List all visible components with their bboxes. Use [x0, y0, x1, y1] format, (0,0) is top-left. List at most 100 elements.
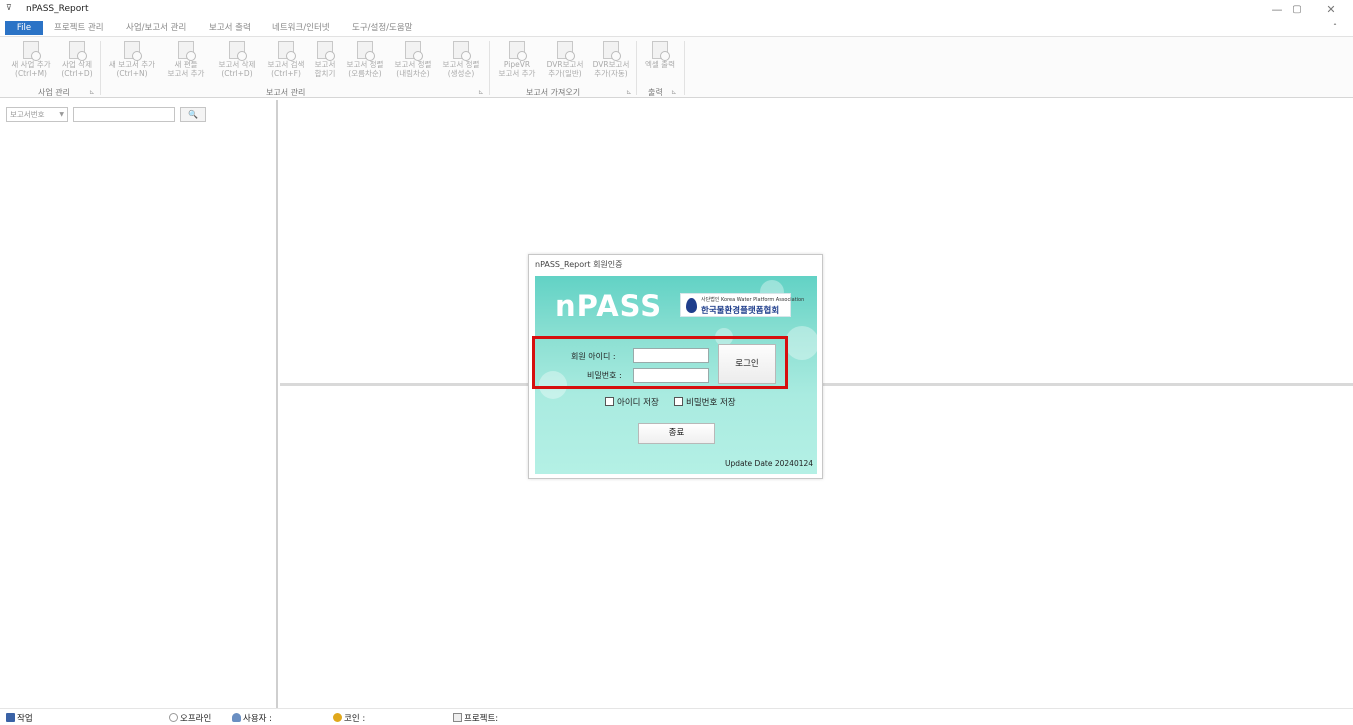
quick-access-icon[interactable]: ⊽ — [6, 3, 12, 12]
association-name: 한국물환경플랫폼협회 — [701, 306, 780, 316]
status-project: 프로젝트: — [453, 712, 498, 724]
save-id-label: 아이디 저장 — [617, 398, 659, 408]
close-window-button[interactable]: ✕ — [1316, 2, 1346, 18]
search-document-icon — [278, 41, 296, 61]
water-drop-icon — [686, 298, 697, 313]
save-password-checkbox[interactable]: 비밀번호 저장 — [674, 396, 736, 408]
project-icon — [453, 713, 462, 722]
status-work: 작업 — [6, 712, 33, 724]
document-icon — [229, 41, 247, 61]
delete-business-button[interactable]: 사업 삭제 (Ctrl+D) — [58, 41, 96, 86]
group-launcher-icon[interactable]: ⊾ — [89, 88, 95, 96]
group-output-label: 출력 — [648, 88, 663, 97]
search-input[interactable] — [73, 107, 175, 122]
status-coin-label: 코인 : — [344, 714, 366, 724]
status-bar: 작업 오프라인 사용자 : 코인 : 프로젝트: — [0, 708, 1353, 725]
group-report-label: 보고서 관리 — [266, 88, 306, 97]
tab-file[interactable]: File — [5, 21, 43, 35]
save-id-checkbox[interactable]: 아이디 저장 — [605, 396, 659, 408]
dvr-report-auto-button[interactable]: DVR보고서 추가(자동) — [588, 41, 634, 86]
group-divider — [100, 41, 101, 95]
sort-descending-button[interactable]: 보고서 정렬 (내림차순) — [389, 41, 437, 86]
group-launcher-icon[interactable]: ⊾ — [626, 88, 632, 96]
dvr-report-general-button[interactable]: DVR보고서 추가(일반) — [542, 41, 588, 86]
status-user-label: 사용자 : — [243, 714, 273, 724]
association-logo: 사단법인 Korea Water Platform Association 한국… — [680, 293, 804, 317]
checkbox-box[interactable] — [674, 397, 683, 406]
highlight-box — [532, 336, 788, 389]
combo-value: 보고서번호 — [10, 110, 45, 119]
group-launcher-icon[interactable]: ⊾ — [478, 88, 484, 96]
status-offline-label: 오프라인 — [180, 714, 212, 724]
logo-text: nPASS — [555, 289, 663, 323]
pipevr-report-button[interactable]: PipeVR 보고서 추가 — [493, 41, 541, 86]
tab-business-report[interactable]: 사업/보고서 관리 — [126, 21, 186, 35]
search-field-combo[interactable]: 보고서번호 ▼ — [6, 107, 68, 122]
tab-tools[interactable]: 도구/설정/도움말 — [352, 21, 412, 35]
button-sublabel: 합치기 — [314, 68, 336, 78]
group-import-label: 보고서 가져오기 — [526, 88, 581, 97]
button-sublabel: (내림차순) — [396, 68, 430, 78]
group-divider — [684, 41, 685, 95]
sort-created-button[interactable]: 보고서 정렬 (생성순) — [437, 41, 485, 86]
status-offline: 오프라인 — [169, 712, 211, 724]
group-launcher-icon[interactable]: ⊾ — [671, 88, 677, 96]
search-icon: 🔍 — [188, 110, 198, 119]
button-shortcut: 보고서 추가 — [167, 68, 205, 78]
collapse-ribbon-icon[interactable]: ˆ — [1333, 23, 1337, 32]
checkbox-box[interactable] — [605, 397, 614, 406]
status-coin: 코인 : — [333, 712, 365, 724]
group-divider — [636, 41, 637, 95]
user-icon — [232, 713, 241, 722]
tab-project[interactable]: 프로젝트 관리 — [54, 21, 104, 35]
dvr-import-icon — [557, 41, 575, 61]
window-title: nPASS_Report — [26, 4, 89, 14]
decorative-bubble — [785, 326, 817, 360]
button-sublabel: (생성순) — [447, 68, 475, 78]
excel-output-button[interactable]: 엑셀 출력 — [639, 41, 681, 86]
button-shortcut: (Ctrl+F) — [271, 68, 301, 78]
sort-created-icon — [453, 41, 471, 61]
button-sublabel: 추가(자동) — [594, 68, 628, 78]
group-business-label: 사업 관리 — [38, 88, 70, 97]
association-subtitle: 사단법인 Korea Water Platform Association — [701, 297, 805, 303]
search-button[interactable]: 🔍 — [180, 107, 206, 122]
excel-icon — [652, 41, 670, 61]
merge-report-button[interactable]: 보고서 합치기 — [310, 41, 340, 86]
exit-button[interactable]: 종료 — [638, 423, 715, 444]
sort-descending-icon — [405, 41, 423, 61]
add-report-button[interactable]: 새 보고서 추가 (Ctrl+N) — [104, 41, 160, 86]
tab-network[interactable]: 네트워크/인터넷 — [272, 21, 330, 35]
group-divider — [489, 41, 490, 95]
status-project-label: 프로젝트: — [464, 714, 499, 724]
npass-logo: nPASS — [555, 289, 662, 323]
title-bar: ⊽ nPASS_Report — ▢ ✕ — [0, 0, 1353, 20]
button-sublabel: 추가(일반) — [548, 68, 582, 78]
status-user: 사용자 : — [232, 712, 272, 724]
maximize-button[interactable]: ▢ — [1282, 2, 1312, 18]
dvr-auto-icon — [603, 41, 621, 61]
button-shortcut: (Ctrl+N) — [116, 68, 148, 78]
button-sublabel: 보고서 추가 — [498, 68, 536, 78]
add-business-button[interactable]: 새 사업 추가 (Ctrl+M) — [6, 41, 56, 86]
sort-ascending-button[interactable]: 보고서 정렬 (오름차순) — [341, 41, 389, 86]
merge-icon — [317, 41, 335, 61]
chevron-down-icon: ▼ — [59, 111, 64, 118]
pipevr-icon — [509, 41, 527, 61]
status-work-label: 작업 — [17, 714, 33, 724]
add-edit-report-button[interactable]: 새 편들 보고서 추가 — [162, 41, 210, 86]
delete-report-button[interactable]: 보고서 삭제 (Ctrl+D) — [212, 41, 262, 86]
folder-icon — [6, 713, 15, 722]
tab-report-output[interactable]: 보고서 출력 — [209, 21, 251, 35]
document-icon — [178, 41, 196, 61]
button-shortcut: (Ctrl+D) — [221, 68, 253, 78]
ribbon: 새 사업 추가 (Ctrl+M) 사업 삭제 (Ctrl+D) 사업 관리 ⊾ … — [0, 36, 1353, 98]
coin-icon — [333, 713, 342, 722]
search-report-button[interactable]: 보고서 검색 (Ctrl+F) — [262, 41, 310, 86]
document-icon — [23, 41, 41, 61]
ribbon-tabs: File 프로젝트 관리 사업/보고서 관리 보고서 출력 네트워크/인터넷 도… — [0, 20, 1353, 35]
update-date: Update Date 20240124 — [725, 459, 814, 468]
button-sublabel: (오름차순) — [348, 68, 382, 78]
button-shortcut: (Ctrl+M) — [15, 68, 47, 78]
left-panel: 보고서번호 ▼ 🔍 — [0, 100, 278, 708]
